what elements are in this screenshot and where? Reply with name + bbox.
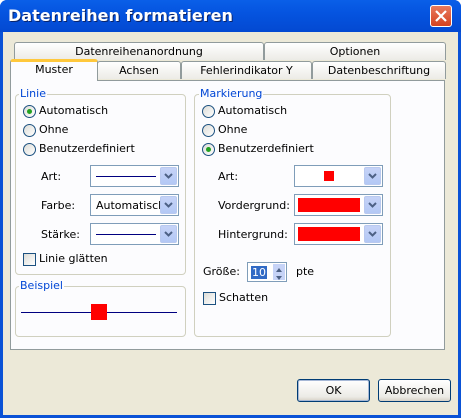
tab-fehlerindikator-y[interactable]: Fehlerindikator Y bbox=[181, 61, 312, 79]
markierung-radio-ohne[interactable] bbox=[202, 124, 215, 137]
sample-marker bbox=[91, 304, 107, 320]
vordergrund-label: Vordergrund: bbox=[218, 199, 290, 212]
markierung-art-label: Art: bbox=[218, 170, 239, 183]
tab-datenreihenanordnung[interactable]: Datenreihenanordnung bbox=[14, 42, 264, 60]
schatten-checkbox[interactable] bbox=[203, 292, 216, 305]
vordergrund-color-swatch bbox=[298, 198, 360, 212]
linie-art-combo[interactable] bbox=[90, 165, 179, 187]
markierung-label-benutzerdefiniert: Benutzerdefiniert bbox=[218, 142, 314, 155]
hintergrund-label: Hintergrund: bbox=[218, 228, 288, 241]
tab-achsen[interactable]: Achsen bbox=[97, 61, 181, 79]
markierung-label-automatisch: Automatisch bbox=[218, 104, 288, 117]
hintergrund-combo[interactable] bbox=[294, 223, 383, 245]
radio-dot bbox=[27, 109, 32, 114]
tab-label: Datenreihenanordnung bbox=[75, 45, 203, 58]
groesse-unit: pte bbox=[296, 265, 315, 278]
dropdown-button[interactable] bbox=[364, 196, 381, 214]
linie-glaetten-label: Linie glätten bbox=[39, 252, 108, 265]
linie-staerke-combo[interactable] bbox=[90, 223, 179, 245]
chevron-down-icon bbox=[164, 173, 173, 179]
close-icon bbox=[435, 10, 447, 22]
markierung-radio-automatisch[interactable] bbox=[202, 105, 215, 118]
dropdown-button[interactable] bbox=[364, 167, 381, 185]
linie-glaetten-checkbox[interactable] bbox=[23, 253, 36, 266]
spin-up-button[interactable] bbox=[273, 264, 285, 272]
tab-datenbeschriftung[interactable]: Datenbeschriftung bbox=[312, 61, 446, 79]
linie-radio-benutzerdefiniert[interactable] bbox=[23, 143, 36, 156]
line-style-preview bbox=[96, 176, 156, 177]
ok-button[interactable]: OK bbox=[297, 379, 370, 402]
close-button[interactable] bbox=[430, 5, 452, 27]
linie-farbe-label: Farbe: bbox=[41, 199, 76, 212]
tab-label: Achsen bbox=[119, 64, 159, 77]
linie-farbe-value: Automatisch bbox=[96, 199, 166, 212]
spin-down-button[interactable] bbox=[273, 272, 285, 280]
line-weight-preview bbox=[96, 234, 156, 235]
linie-label-benutzerdefiniert: Benutzerdefiniert bbox=[39, 142, 135, 155]
groesse-value[interactable]: 10 bbox=[251, 266, 267, 279]
chevron-down-icon bbox=[368, 231, 377, 237]
chevron-down-icon bbox=[368, 202, 377, 208]
linie-legend: Linie bbox=[19, 87, 47, 100]
markierung-legend: Markierung bbox=[199, 87, 264, 100]
linie-label-ohne: Ohne bbox=[39, 123, 69, 136]
marker-style-preview bbox=[324, 171, 334, 181]
beispiel-legend: Beispiel bbox=[19, 279, 64, 292]
dropdown-button[interactable] bbox=[364, 225, 381, 243]
linie-farbe-combo[interactable]: Automatisch bbox=[90, 194, 179, 216]
title-bar[interactable]: Datenreihen formatieren bbox=[0, 0, 461, 32]
dropdown-button[interactable] bbox=[160, 225, 177, 243]
cancel-button[interactable]: Abbrechen bbox=[378, 379, 451, 402]
markierung-label-ohne: Ohne bbox=[218, 123, 248, 136]
tab-muster[interactable]: Muster bbox=[10, 59, 98, 81]
ok-label: OK bbox=[325, 384, 342, 397]
tab-label: Fehlerindikator Y bbox=[200, 64, 293, 77]
groesse-label: Größe: bbox=[203, 265, 240, 278]
chevron-down-icon bbox=[164, 202, 173, 208]
markierung-radio-benutzerdefiniert[interactable] bbox=[202, 143, 215, 156]
chevron-down-icon bbox=[276, 276, 282, 280]
window-title: Datenreihen formatieren bbox=[8, 6, 233, 25]
tab-label: Datenbeschriftung bbox=[327, 64, 431, 77]
cancel-label: Abbrechen bbox=[384, 384, 445, 397]
linie-radio-ohne[interactable] bbox=[23, 124, 36, 137]
groesse-spinner[interactable]: 10 bbox=[247, 262, 287, 282]
chevron-down-icon bbox=[164, 231, 173, 237]
dropdown-button[interactable] bbox=[160, 167, 177, 185]
schatten-label: Schatten bbox=[219, 291, 269, 304]
chevron-down-icon bbox=[368, 173, 377, 179]
tab-label: Muster bbox=[35, 63, 73, 76]
dropdown-button[interactable] bbox=[160, 196, 177, 214]
linie-radio-automatisch[interactable] bbox=[23, 105, 36, 118]
markierung-art-combo[interactable] bbox=[294, 165, 383, 187]
linie-label-automatisch: Automatisch bbox=[39, 104, 109, 117]
tab-optionen[interactable]: Optionen bbox=[264, 42, 446, 60]
linie-art-label: Art: bbox=[41, 170, 62, 183]
linie-staerke-label: Stärke: bbox=[41, 228, 81, 241]
tab-label: Optionen bbox=[329, 45, 381, 58]
hintergrund-color-swatch bbox=[298, 227, 360, 241]
vordergrund-combo[interactable] bbox=[294, 194, 383, 216]
radio-dot bbox=[206, 147, 211, 152]
